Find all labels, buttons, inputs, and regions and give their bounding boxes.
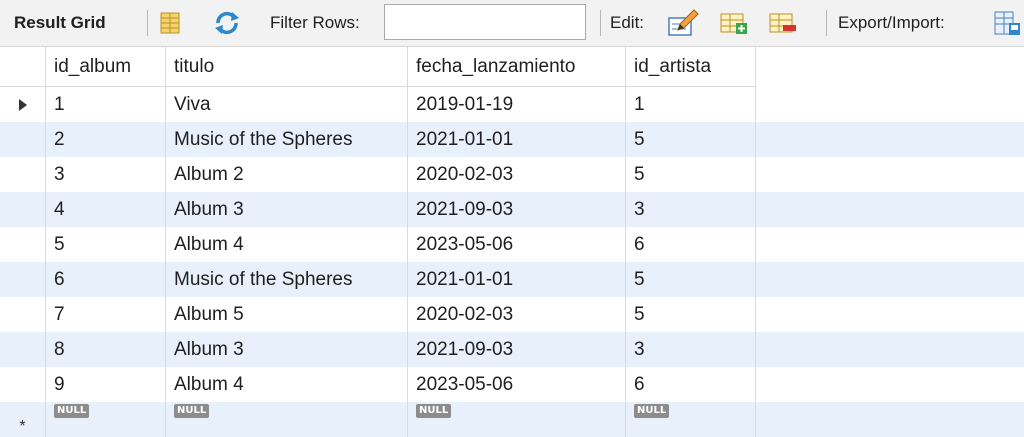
cell-id-album[interactable]: 2 <box>46 122 166 157</box>
cell-id-album[interactable]: NULL <box>46 402 166 437</box>
edit-label-wrap: Edit: <box>610 0 644 46</box>
table-row[interactable]: 1 Viva 2019-01-19 1 <box>0 87 1024 122</box>
cell-titulo[interactable]: Album 3 <box>166 332 408 367</box>
filter-rows-input[interactable] <box>384 4 586 40</box>
cell-titulo[interactable]: Album 3 <box>166 192 408 227</box>
cell-titulo[interactable]: Music of the Spheres <box>166 122 408 157</box>
cell-id-album[interactable]: 4 <box>46 192 166 227</box>
table-row[interactable]: 3 Album 2 2020-02-03 5 <box>0 157 1024 192</box>
null-badge: NULL <box>416 404 452 418</box>
export-import-label: Export/Import: <box>838 13 945 32</box>
cell-titulo[interactable]: Album 2 <box>166 157 408 192</box>
filter-rows-label: Filter Rows: <box>270 13 360 32</box>
null-badge: NULL <box>174 404 210 418</box>
cell-titulo[interactable]: Album 4 <box>166 227 408 262</box>
cell-titulo[interactable]: Music of the Spheres <box>166 262 408 297</box>
cell-id-album[interactable]: 6 <box>46 262 166 297</box>
cell-fecha-lanzamiento[interactable]: 2021-01-01 <box>408 262 626 297</box>
row-header[interactable] <box>0 297 46 332</box>
row-header[interactable] <box>0 332 46 367</box>
export-import-icon[interactable] <box>993 0 1021 46</box>
cell-id-artista[interactable]: NULL <box>626 402 756 437</box>
cell-titulo[interactable]: Viva <box>166 87 408 122</box>
result-grid-toolbar: Result Grid Filter Rows: Edit: Export/Im… <box>0 0 1024 47</box>
table-row[interactable]: 9 Album 4 2023-05-06 6 <box>0 367 1024 402</box>
cell-id-artista[interactable]: 1 <box>626 87 756 122</box>
cell-fecha-lanzamiento[interactable]: 2020-02-03 <box>408 297 626 332</box>
cell-id-album[interactable]: 8 <box>46 332 166 367</box>
cell-titulo[interactable]: Album 5 <box>166 297 408 332</box>
cell-fecha-lanzamiento[interactable]: 2019-01-19 <box>408 87 626 122</box>
cell-fecha-lanzamiento[interactable]: 2023-05-06 <box>408 227 626 262</box>
table-row[interactable]: 4 Album 3 2021-09-03 3 <box>0 192 1024 227</box>
cell-fecha-lanzamiento[interactable]: 2021-09-03 <box>408 192 626 227</box>
cell-fecha-lanzamiento[interactable]: 2021-09-03 <box>408 332 626 367</box>
result-grid-title: Result Grid <box>14 0 106 46</box>
cell-id-artista[interactable]: 5 <box>626 122 756 157</box>
new-row-placeholder[interactable]: * NULL NULL NULL NULL <box>0 402 1024 437</box>
row-header[interactable] <box>0 227 46 262</box>
row-header[interactable] <box>0 122 46 157</box>
edit-pencil-icon[interactable] <box>666 0 700 46</box>
cell-fecha-lanzamiento[interactable]: 2020-02-03 <box>408 157 626 192</box>
cell-id-album[interactable]: 5 <box>46 227 166 262</box>
row-header[interactable] <box>0 192 46 227</box>
current-row-arrow-icon <box>18 98 27 111</box>
cell-id-artista[interactable]: 3 <box>626 332 756 367</box>
cell-id-artista[interactable]: 5 <box>626 297 756 332</box>
row-header-corner <box>0 47 46 87</box>
row-header[interactable]: * <box>0 402 46 437</box>
row-header[interactable] <box>0 157 46 192</box>
cell-fecha-lanzamiento[interactable]: NULL <box>408 402 626 437</box>
toolbar-separator <box>826 10 827 36</box>
delete-row-icon[interactable] <box>768 0 798 46</box>
cell-id-artista[interactable]: 5 <box>626 262 756 297</box>
refresh-icon[interactable] <box>212 0 242 46</box>
cell-id-artista[interactable]: 6 <box>626 227 756 262</box>
edit-label: Edit: <box>610 13 645 32</box>
column-header-titulo[interactable]: titulo <box>166 47 408 87</box>
toolbar-separator <box>600 10 601 36</box>
null-badge: NULL <box>634 404 670 418</box>
cell-id-artista[interactable]: 6 <box>626 367 756 402</box>
cell-fecha-lanzamiento[interactable]: 2023-05-06 <box>408 367 626 402</box>
cell-id-album[interactable]: 7 <box>46 297 166 332</box>
column-header-id-artista[interactable]: id_artista <box>626 47 756 87</box>
add-row-icon[interactable] <box>719 0 749 46</box>
cell-fecha-lanzamiento[interactable]: 2021-01-01 <box>408 122 626 157</box>
cell-id-album[interactable]: 3 <box>46 157 166 192</box>
cell-id-album[interactable]: 1 <box>46 87 166 122</box>
cell-titulo[interactable]: NULL <box>166 402 408 437</box>
table-row[interactable]: 8 Album 3 2021-09-03 3 <box>0 332 1024 367</box>
row-header[interactable] <box>0 367 46 402</box>
table-row[interactable]: 6 Music of the Spheres 2021-01-01 5 <box>0 262 1024 297</box>
cell-id-album[interactable]: 9 <box>46 367 166 402</box>
column-header-id-album[interactable]: id_album <box>46 47 166 87</box>
cell-id-artista[interactable]: 3 <box>626 192 756 227</box>
grid-form-toggle-icon[interactable] <box>158 0 182 46</box>
row-header[interactable] <box>0 262 46 297</box>
table-row[interactable]: 7 Album 5 2020-02-03 5 <box>0 297 1024 332</box>
result-grid: id_album titulo fecha_lanzamiento id_art… <box>0 47 1024 437</box>
result-grid-label: Result Grid <box>14 13 106 32</box>
cell-id-artista[interactable]: 5 <box>626 157 756 192</box>
null-badge: NULL <box>54 404 90 418</box>
row-header[interactable] <box>0 87 46 122</box>
export-import-label-wrap: Export/Import: <box>838 0 945 46</box>
toolbar-separator <box>147 10 148 36</box>
column-header-fecha-lanzamiento[interactable]: fecha_lanzamiento <box>408 47 626 87</box>
filter-rows-label-wrap: Filter Rows: <box>270 0 360 46</box>
table-row[interactable]: 5 Album 4 2023-05-06 6 <box>0 227 1024 262</box>
table-row[interactable]: 2 Music of the Spheres 2021-01-01 5 <box>0 122 1024 157</box>
column-header-row: id_album titulo fecha_lanzamiento id_art… <box>0 47 1024 87</box>
cell-titulo[interactable]: Album 4 <box>166 367 408 402</box>
